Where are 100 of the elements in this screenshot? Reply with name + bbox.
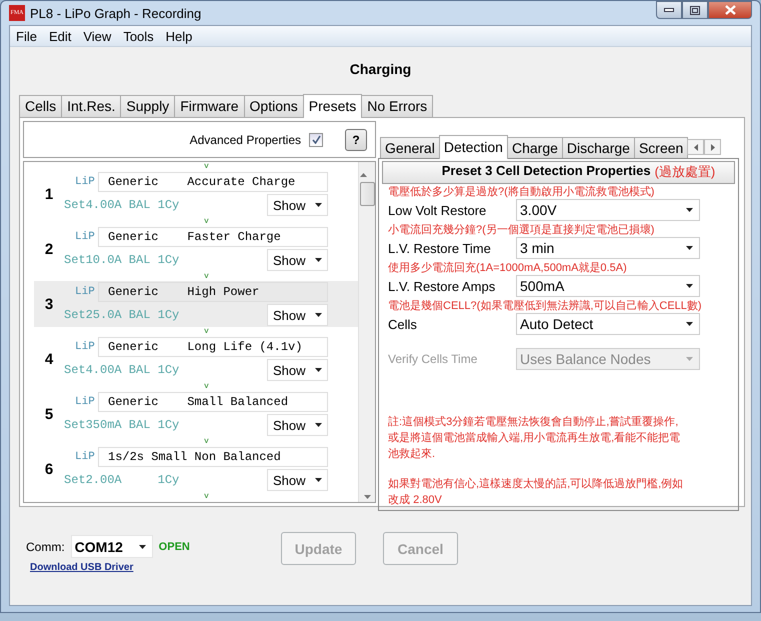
value-dropdown[interactable]: 500mA bbox=[516, 275, 700, 297]
preset-settings: Set25.0A BAL 1Cy bbox=[64, 308, 180, 322]
tab[interactable]: Cells bbox=[19, 95, 62, 117]
caret-icon bbox=[315, 423, 322, 427]
field-label: Verify Cells Time bbox=[388, 352, 478, 366]
right-arrow-icon bbox=[710, 144, 715, 150]
caret-icon bbox=[686, 208, 694, 212]
preset-number: 1 bbox=[44, 186, 54, 202]
tab[interactable]: Firmware bbox=[174, 95, 245, 117]
value-dropdown[interactable]: 3 min bbox=[516, 237, 700, 259]
preset-type: LiP bbox=[74, 396, 95, 408]
field-label: Cells bbox=[388, 316, 418, 332]
annotation: 小電流回充幾分鐘?(另一個選項是直接判定電池已損壞) bbox=[387, 224, 656, 237]
field-label: L.V. Restore Time bbox=[388, 240, 492, 256]
marker: v bbox=[204, 217, 209, 226]
preset-name-field[interactable]: Generic Long Life (4.1v) bbox=[98, 337, 328, 357]
tab[interactable]: Supply bbox=[120, 95, 176, 117]
caret-icon bbox=[315, 368, 322, 372]
tab-scroll-right-button[interactable] bbox=[704, 139, 722, 155]
close-icon bbox=[724, 5, 736, 15]
preset-number: 3 bbox=[44, 296, 54, 312]
tab[interactable]: Discharge bbox=[562, 137, 635, 158]
advanced-properties-checkbox[interactable] bbox=[309, 132, 324, 146]
minimize-icon bbox=[664, 8, 674, 12]
caret-icon bbox=[315, 313, 322, 317]
tab-scroll-left-button[interactable] bbox=[687, 139, 704, 155]
caret-icon bbox=[315, 203, 322, 207]
show-dropdown[interactable]: Show bbox=[267, 359, 328, 381]
annotation: 電池是幾個CELL?(如果電壓低到無法辨識,可以自己輸入CELL數) bbox=[387, 300, 703, 313]
port-dropdown[interactable]: COM12 bbox=[70, 535, 153, 558]
value-dropdown[interactable]: Auto Detect bbox=[516, 313, 700, 335]
section-heading: Charging bbox=[348, 61, 412, 77]
show-dropdown[interactable]: Show bbox=[267, 194, 328, 216]
check-icon bbox=[312, 135, 321, 144]
menu-item[interactable]: Edit bbox=[42, 28, 78, 44]
tab[interactable]: No Errors bbox=[361, 95, 434, 117]
tab[interactable]: Options bbox=[244, 95, 304, 117]
maximize-button[interactable] bbox=[682, 1, 708, 19]
menu-item[interactable]: File bbox=[10, 28, 43, 44]
advanced-properties-label: Advanced Properties bbox=[190, 132, 302, 146]
preset-settings: Set350mA BAL 1Cy bbox=[64, 418, 180, 432]
show-dropdown[interactable]: Show bbox=[267, 249, 328, 271]
connection-status: OPEN bbox=[158, 540, 190, 552]
close-button[interactable] bbox=[708, 1, 752, 19]
preset-type: LiP bbox=[74, 286, 95, 298]
annotation-paragraph: 註:這個模式3分鐘若電壓無法恢復會自動停止,嘗試重覆操作,或是將這個電池當成輸入端,用小電流再生放電,看能不能把電池救起來. bbox=[388, 414, 682, 462]
field-label: Low Volt Restore bbox=[388, 202, 488, 218]
marker: v bbox=[204, 382, 209, 391]
preset-number: 2 bbox=[44, 240, 54, 258]
help-button[interactable]: ? bbox=[345, 128, 368, 150]
show-dropdown[interactable]: Show bbox=[267, 304, 328, 326]
preset-name-field[interactable]: Generic Faster Charge bbox=[98, 227, 328, 247]
tab[interactable]: General bbox=[380, 137, 440, 158]
scroll-thumb[interactable] bbox=[360, 182, 375, 206]
caret-icon bbox=[315, 478, 322, 482]
download-driver-link[interactable]: Download USB Driver bbox=[26, 562, 281, 573]
preset-settings: Set4.00A BAL 1Cy bbox=[64, 198, 180, 212]
minimize-button[interactable] bbox=[656, 1, 682, 19]
field-label: L.V. Restore Amps bbox=[388, 278, 496, 294]
scrollbar[interactable] bbox=[358, 162, 376, 502]
preset-type: LiP bbox=[74, 231, 95, 243]
preset-type: LiP bbox=[74, 341, 95, 353]
annotation: 使用多少電流回充(1A=1000mA,500mA就是0.5A) bbox=[387, 262, 628, 275]
caret-icon bbox=[138, 544, 146, 548]
preset-settings: Set4.00A BAL 1Cy bbox=[64, 363, 180, 377]
properties-title: Preset 3 Cell Detection Properties bbox=[442, 163, 651, 180]
menu-item[interactable]: View bbox=[77, 28, 118, 44]
marker: v bbox=[204, 327, 209, 336]
marker: v bbox=[204, 492, 209, 501]
show-dropdown[interactable]: Show bbox=[267, 414, 328, 436]
preset-number: 5 bbox=[44, 406, 54, 422]
tab[interactable]: Charge bbox=[506, 137, 563, 158]
annotation: (過放處置) bbox=[654, 163, 716, 181]
scroll-down-icon bbox=[364, 495, 371, 499]
menu-item[interactable]: Help bbox=[160, 28, 198, 44]
preset-name-field[interactable]: 1s/2s Small Non Balanced bbox=[98, 447, 328, 467]
caret-icon bbox=[315, 258, 322, 262]
preset-type: LiP bbox=[74, 176, 95, 188]
preset-name-field[interactable]: Generic Small Balanced bbox=[98, 392, 328, 412]
marker: v bbox=[204, 437, 209, 446]
preset-name-field[interactable]: Generic Accurate Charge bbox=[98, 172, 328, 192]
show-dropdown[interactable]: Show bbox=[267, 469, 328, 491]
comm-label: Comm: bbox=[26, 540, 65, 554]
caret-icon bbox=[686, 246, 694, 250]
annotation: 電壓低於多少算是過放?(將自動啟用小電流救電池模式) bbox=[387, 186, 656, 199]
value-dropdown[interactable]: 3.00V bbox=[516, 199, 700, 221]
caret-icon bbox=[686, 284, 694, 288]
preset-number: 4 bbox=[44, 350, 54, 368]
tab[interactable]: Presets bbox=[302, 94, 362, 118]
marker: v bbox=[204, 162, 209, 171]
tab[interactable]: Int.Res. bbox=[61, 95, 122, 117]
tab[interactable]: Screen bbox=[634, 137, 688, 158]
tab[interactable]: Detection bbox=[438, 135, 508, 159]
menu-item[interactable]: Tools bbox=[117, 28, 160, 44]
preset-name-field[interactable]: Generic High Power bbox=[98, 282, 328, 302]
preset-number: 6 bbox=[44, 460, 54, 478]
maximize-icon bbox=[690, 6, 700, 14]
window-title: PL8 - LiPo Graph - Recording bbox=[30, 6, 202, 20]
preset-settings: Set2.00A 1Cy bbox=[64, 473, 180, 487]
annotation-paragraph: 如果對電池有信心,這樣速度太慢的話,可以降低過放門檻,例如改成 2.80V bbox=[388, 476, 684, 508]
